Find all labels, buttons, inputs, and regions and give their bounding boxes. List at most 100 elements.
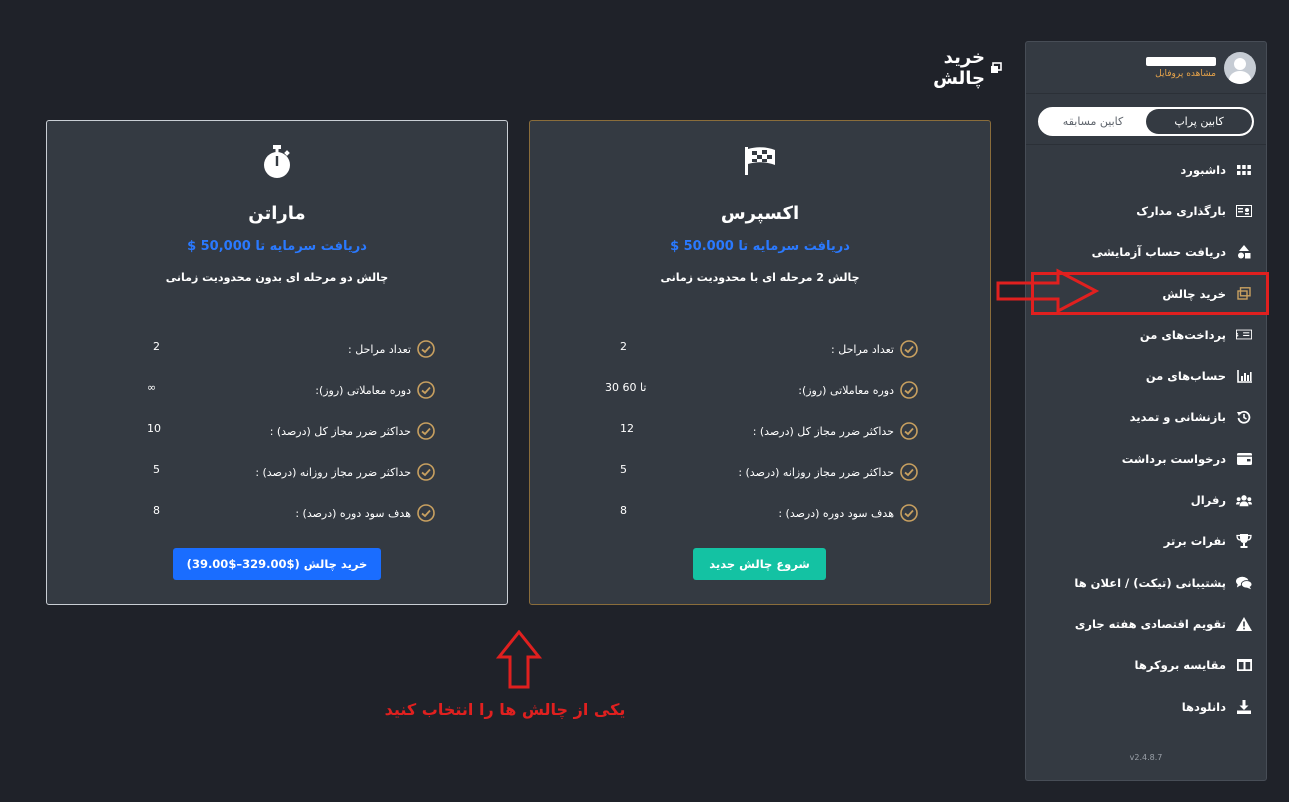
sidebar-item-withdrawal[interactable]: درخواست برداشت: [1026, 438, 1266, 479]
check-circle-icon: [417, 504, 435, 526]
columns-icon: [1236, 658, 1252, 672]
sidebar-item-payments[interactable]: $ پرداخت‌های من: [1026, 314, 1266, 355]
annotation-arrow-right-icon: [996, 268, 1100, 318]
avatar[interactable]: [1224, 51, 1256, 84]
checkered-flag-icon: [530, 145, 990, 177]
sidebar-nav: داشبورد بارگذاری مدارک دریافت حساب آزمای…: [1026, 144, 1269, 727]
buy-challenge-button[interactable]: خرید چالش ($329.00–$39.00): [173, 548, 381, 580]
annotation-instruction: یکی از چالش ها را انتخاب کنید: [384, 700, 626, 719]
sidebar-item-label: داشبورد: [1180, 162, 1226, 177]
sidebar-item-downloads[interactable]: دانلودها: [1026, 686, 1266, 727]
feature-label: حداکثر ضرر مجاز کل (درصد) :: [752, 425, 894, 438]
page-title: خرید چالش: [890, 47, 1002, 89]
money-bill-icon: $: [1236, 328, 1252, 342]
sidebar-item-label: رفرال: [1190, 493, 1226, 508]
feature-label: دوره معاملاتی (روز):: [798, 384, 894, 397]
card-name: اکسپرس: [720, 203, 800, 224]
sidebar-item-label: بازنشانی و تمدید: [1129, 410, 1226, 425]
card-name: ماراتن: [248, 203, 306, 224]
feature-value: 8: [153, 504, 160, 517]
feature-value: 5: [153, 463, 160, 476]
card-description: چالش 2 مرحله ای با محدودیت زمانی: [660, 271, 860, 284]
profile-header[interactable]: مشاهده پروفایل: [1026, 42, 1266, 94]
annotation-arrow-up-icon: [495, 629, 543, 694]
check-circle-icon: [900, 422, 918, 444]
feature-row: هدف سود دوره (درصد) : 8: [47, 504, 507, 524]
feature-value: 2: [153, 340, 160, 353]
sidebar-item-label: حساب‌های من: [1145, 369, 1226, 384]
download-icon: [1236, 699, 1252, 714]
window-icon: [990, 58, 1002, 79]
sidebar-item-top-traders[interactable]: نفرات برتر: [1026, 521, 1266, 562]
wallet-icon: [1236, 452, 1252, 466]
sidebar-item-documents[interactable]: بارگذاری مدارک: [1026, 190, 1266, 231]
stopwatch-icon: [47, 145, 507, 179]
feature-label: هدف سود دوره (درصد) :: [778, 507, 894, 520]
sidebar-item-referral[interactable]: رفرال: [1026, 479, 1266, 520]
feature-value: 8: [620, 504, 627, 517]
warning-icon: [1236, 616, 1252, 631]
feature-label: تعداد مراحل :: [348, 343, 411, 356]
check-circle-icon: [417, 463, 435, 485]
contest-cabin-tab[interactable]: کابین مسابقه: [1040, 109, 1146, 134]
feature-row: حداکثر ضرر مجاز روزانه (درصد) : 5: [47, 463, 507, 483]
cabin-toggle[interactable]: کابین پراپ کابین مسابقه: [1038, 107, 1254, 136]
sidebar-item-label: پشتیبانی (تیکت) / اعلان ها: [1074, 575, 1226, 590]
sidebar-item-label: بارگذاری مدارک: [1136, 203, 1226, 218]
sidebar-item-label: تقویم اقتصادی هفته جاری: [1074, 616, 1226, 631]
sidebar-item-label: پرداخت‌های من: [1139, 327, 1226, 342]
page-title-text: خرید چالش: [933, 47, 985, 89]
users-icon: [1236, 493, 1252, 507]
comments-icon: [1236, 576, 1252, 590]
feature-label: حداکثر ضرر مجاز روزانه (درصد) :: [255, 466, 411, 479]
sidebar-item-dashboard[interactable]: داشبورد: [1026, 149, 1266, 190]
history-icon: [1236, 410, 1252, 425]
feature-row: هدف سود دوره (درصد) : 8: [530, 504, 990, 524]
sidebar-item-economic-calendar[interactable]: تقویم اقتصادی هفته جاری: [1026, 603, 1266, 644]
check-circle-icon: [417, 422, 435, 444]
feature-value: ∞: [147, 381, 157, 394]
shapes-icon: [1236, 245, 1252, 259]
card-funding: دریافت سرمایه تا 50.000 $: [670, 239, 850, 254]
feature-label: تعداد مراحل :: [831, 343, 894, 356]
sidebar: مشاهده پروفایل کابین پراپ کابین مسابقه د…: [1025, 41, 1269, 781]
trophy-icon: [1236, 534, 1252, 549]
svg-text:$: $: [1236, 332, 1239, 339]
feature-value: 2: [620, 340, 627, 353]
sidebar-item-broker-compare[interactable]: مقایسه بروکرها: [1026, 645, 1266, 686]
feature-label: حداکثر ضرر مجاز کل (درصد) :: [269, 425, 411, 438]
sidebar-item-demo-account[interactable]: دریافت حساب آزمایشی: [1026, 232, 1266, 273]
feature-row: حداکثر ضرر مجاز روزانه (درصد) : 5: [530, 463, 990, 483]
check-circle-icon: [900, 504, 918, 526]
start-new-challenge-button[interactable]: شروع چالش جدید: [693, 548, 826, 580]
feature-row: حداکثر ضرر مجاز کل (درصد) : 12: [530, 422, 990, 442]
feature-value: 12: [620, 422, 634, 435]
feature-label: دوره معاملاتی (روز):: [315, 384, 411, 397]
sidebar-item-support[interactable]: پشتیبانی (تیکت) / اعلان ها: [1026, 562, 1266, 603]
id-card-icon: [1236, 204, 1252, 218]
version-label: v2.4.8.7: [1129, 753, 1163, 762]
check-circle-icon: [900, 340, 918, 362]
feature-label: حداکثر ضرر مجاز روزانه (درصد) :: [738, 466, 894, 479]
sidebar-item-label: خرید چالش: [1162, 286, 1226, 301]
feature-label: هدف سود دوره (درصد) :: [295, 507, 411, 520]
express-challenge-card: اکسپرس دریافت سرمایه تا 50.000 $ چالش 2 …: [529, 120, 991, 605]
sidebar-item-reset-renew[interactable]: بازنشانی و تمدید: [1026, 397, 1266, 438]
card-funding: دریافت سرمایه تا 50,000 $: [187, 239, 367, 254]
sidebar-item-label: دانلودها: [1181, 699, 1226, 714]
sidebar-item-label: مقایسه بروکرها: [1134, 658, 1226, 673]
sidebar-item-accounts[interactable]: حساب‌های من: [1026, 355, 1266, 396]
sidebar-item-label: نفرات برتر: [1163, 534, 1226, 549]
prop-cabin-tab[interactable]: کابین پراپ: [1146, 109, 1252, 134]
username-redacted: [1146, 56, 1216, 66]
view-profile-link[interactable]: مشاهده پروفایل: [1146, 69, 1216, 79]
marathon-challenge-card: ماراتن دریافت سرمایه تا 50,000 $ چالش دو…: [46, 120, 508, 605]
sidebar-item-label: درخواست برداشت: [1121, 451, 1226, 466]
feature-row: تعداد مراحل : 2: [47, 340, 507, 360]
feature-row: تعداد مراحل : 2: [530, 340, 990, 360]
card-description: چالش دو مرحله ای بدون محدودیت زمانی: [165, 271, 389, 284]
feature-value: 30 تا 60: [605, 381, 647, 394]
feature-row: دوره معاملاتی (روز): 30 تا 60: [530, 381, 990, 401]
bar-chart-icon: [1236, 369, 1252, 383]
grid-icon: [1236, 163, 1252, 177]
